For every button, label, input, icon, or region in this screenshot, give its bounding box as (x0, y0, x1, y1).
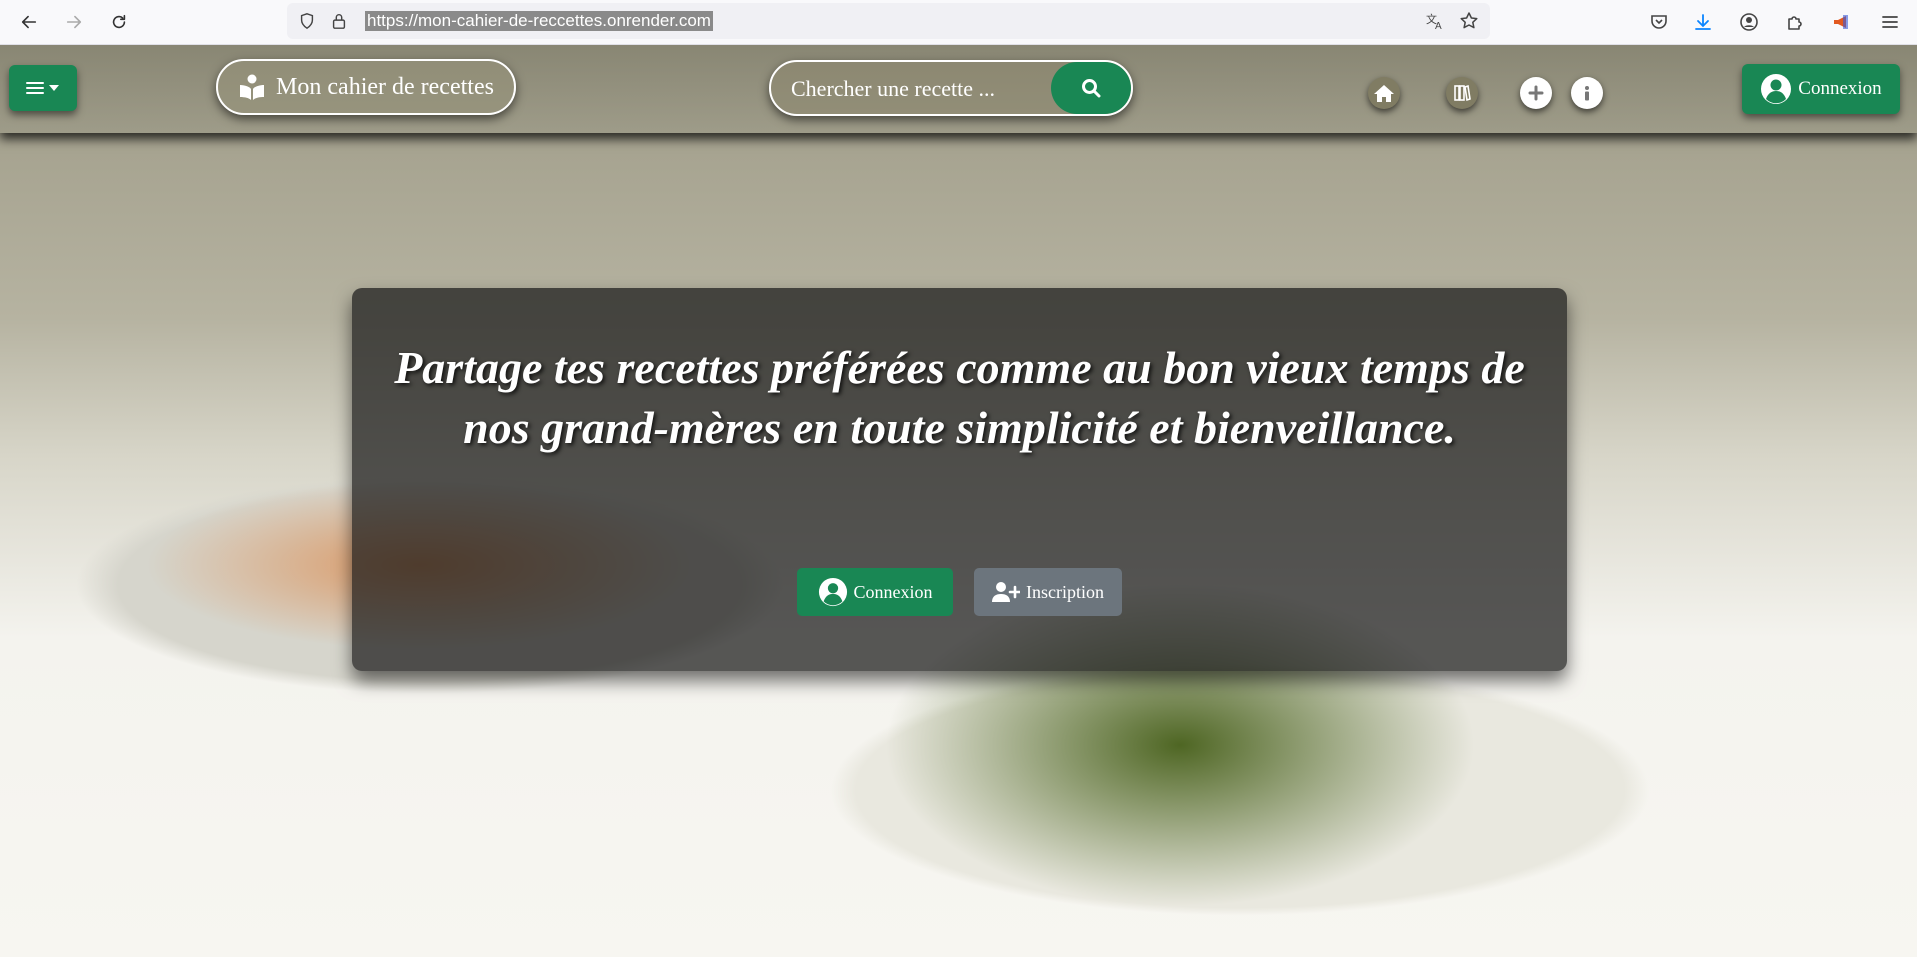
extensions-icon[interactable] (1782, 9, 1808, 35)
navbar-login-label: Connexion (1798, 78, 1882, 99)
reload-icon (112, 14, 126, 29)
home-icon (1374, 85, 1394, 102)
svg-text:A: A (1435, 21, 1442, 31)
arrow-left-icon (21, 15, 37, 29)
account-icon[interactable] (1736, 9, 1762, 35)
hero-signup-label: Inscription (1026, 581, 1104, 602)
home-button[interactable] (1368, 77, 1400, 109)
navbar-login-button[interactable]: Connexion (1742, 64, 1900, 114)
user-plus-icon (992, 582, 1020, 602)
url-text[interactable]: https://mon-cahier-de-reccettes.onrender… (365, 11, 713, 31)
hamburger-menu-icon[interactable] (1877, 9, 1903, 35)
book-reader-icon (240, 74, 265, 100)
download-icon[interactable] (1690, 9, 1716, 35)
star-icon[interactable] (1459, 11, 1479, 31)
hero-actions: Connexion Inscription (352, 568, 1567, 616)
lock-icon[interactable] (329, 11, 349, 31)
site-navbar: Mon cahier de recettes Connexion (0, 45, 1917, 133)
search-icon (1082, 79, 1101, 98)
page: Mon cahier de recettes Connexion (0, 45, 1917, 957)
hero-card: Partage tes recettes préférées comme au … (352, 288, 1567, 671)
browser-toolbar: https://mon-cahier-de-reccettes.onrender… (0, 0, 1917, 45)
pocket-icon[interactable] (1646, 9, 1672, 35)
search-button[interactable] (1051, 62, 1131, 114)
hero-title: Partage tes recettes préférées comme au … (394, 342, 1525, 453)
reload-button[interactable] (103, 6, 135, 38)
arrow-right-icon (66, 15, 82, 29)
brand-link[interactable]: Mon cahier de recettes (216, 59, 516, 115)
search-input[interactable] (789, 62, 1043, 114)
menu-toggle-button[interactable] (9, 65, 77, 111)
forward-button[interactable] (58, 6, 90, 38)
user-circle-icon (1761, 74, 1792, 104)
user-circle-icon (818, 577, 847, 607)
search-form (769, 60, 1133, 116)
hero-login-label: Connexion (853, 581, 933, 602)
brand-title: Mon cahier de recettes (276, 73, 494, 100)
plus-icon (1528, 85, 1544, 101)
caret-down-icon (49, 85, 59, 91)
recipes-library-button[interactable] (1446, 77, 1478, 109)
hero-login-button[interactable]: Connexion (797, 568, 953, 616)
translate-icon[interactable]: 文A (1425, 11, 1445, 31)
menu-icon (26, 82, 44, 94)
add-recipe-button[interactable] (1520, 77, 1552, 109)
megaphone-icon[interactable] (1828, 9, 1854, 35)
info-button[interactable] (1571, 77, 1603, 109)
back-button[interactable] (13, 6, 45, 38)
hero-signup-button[interactable]: Inscription (974, 568, 1122, 616)
url-bar[interactable]: https://mon-cahier-de-reccettes.onrender… (287, 3, 1490, 39)
shield-icon[interactable] (297, 11, 317, 31)
books-icon (1454, 84, 1471, 102)
info-icon (1585, 86, 1589, 101)
